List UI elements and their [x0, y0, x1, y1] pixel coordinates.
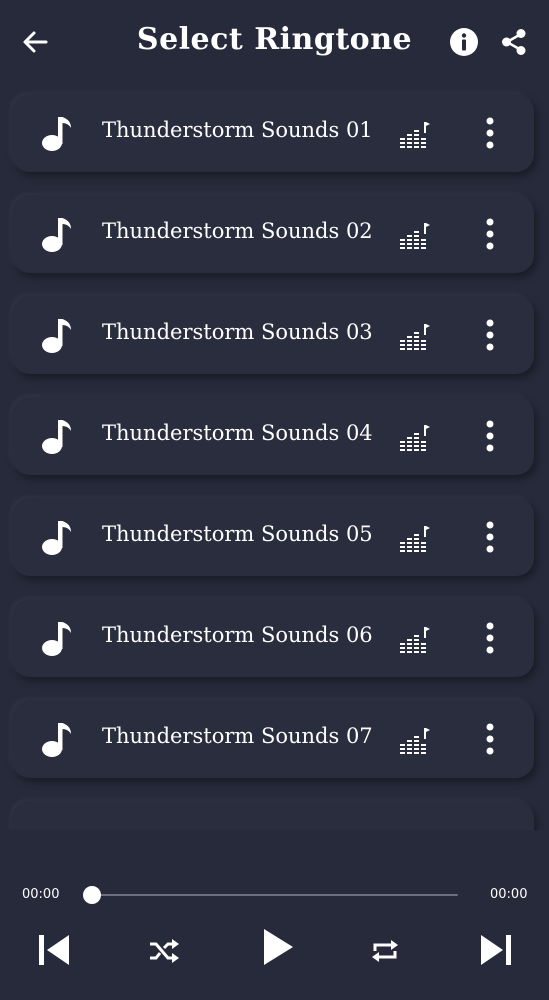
ringtone-item-partial[interactable] [12, 801, 534, 830]
ringtone-label: Thunderstorm Sounds 03 [102, 320, 373, 344]
music-note-icon [42, 218, 71, 252]
music-note-icon [42, 117, 71, 151]
music-note-icon [42, 319, 71, 353]
ringtone-label: Thunderstorm Sounds 04 [102, 421, 373, 445]
more-vertical-icon[interactable] [480, 116, 500, 150]
music-note-icon [42, 521, 71, 555]
equalizer-icon[interactable] [400, 524, 430, 552]
share-icon [502, 29, 526, 55]
ringtone-label: Thunderstorm Sounds 05 [102, 522, 373, 546]
ringtone-label: Thunderstorm Sounds 01 [102, 118, 373, 142]
more-vertical-icon[interactable] [480, 318, 500, 352]
equalizer-icon[interactable] [400, 625, 430, 653]
share-button[interactable] [498, 26, 530, 58]
seek-thumb[interactable] [83, 886, 101, 904]
current-time: 00:00 [22, 887, 60, 902]
ringtone-item[interactable]: Thunderstorm Sounds 01 [12, 94, 534, 172]
ringtone-item[interactable]: Thunderstorm Sounds 02 [12, 195, 534, 273]
ringtone-label: Thunderstorm Sounds 06 [102, 623, 373, 647]
skip-next-icon[interactable] [478, 932, 514, 968]
total-time: 00:00 [490, 887, 528, 902]
ringtone-item[interactable]: Thunderstorm Sounds 05 [12, 498, 534, 576]
equalizer-icon[interactable] [400, 221, 430, 249]
more-vertical-icon[interactable] [480, 419, 500, 453]
info-button[interactable] [448, 26, 480, 58]
more-vertical-icon[interactable] [480, 722, 500, 756]
repeat-icon[interactable] [370, 936, 400, 966]
equalizer-icon[interactable] [400, 120, 430, 148]
music-note-icon [42, 723, 71, 757]
app-header: Select Ringtone [0, 0, 549, 86]
skip-previous-icon[interactable] [36, 932, 72, 968]
more-vertical-icon[interactable] [480, 217, 500, 251]
more-vertical-icon[interactable] [480, 520, 500, 554]
player-bar: 00:00 00:00 [0, 870, 549, 1000]
equalizer-icon[interactable] [400, 322, 430, 350]
ringtone-item[interactable]: Thunderstorm Sounds 07 [12, 700, 534, 778]
ringtone-item[interactable]: Thunderstorm Sounds 06 [12, 599, 534, 677]
seek-track[interactable] [92, 894, 458, 896]
ringtone-list[interactable]: Thunderstorm Sounds 01 Thunderstorm Soun… [0, 90, 549, 830]
music-note-icon [42, 420, 71, 454]
ringtone-label: Thunderstorm Sounds 02 [102, 219, 373, 243]
ringtone-item[interactable]: Thunderstorm Sounds 03 [12, 296, 534, 374]
equalizer-icon[interactable] [400, 726, 430, 754]
shuffle-icon[interactable] [148, 936, 180, 966]
music-note-icon [42, 622, 71, 656]
ringtone-label: Thunderstorm Sounds 07 [102, 724, 373, 748]
ringtone-item[interactable]: Thunderstorm Sounds 04 [12, 397, 534, 475]
equalizer-icon[interactable] [400, 423, 430, 451]
more-vertical-icon[interactable] [480, 621, 500, 655]
play-icon[interactable] [260, 926, 296, 968]
info-icon [450, 28, 478, 56]
